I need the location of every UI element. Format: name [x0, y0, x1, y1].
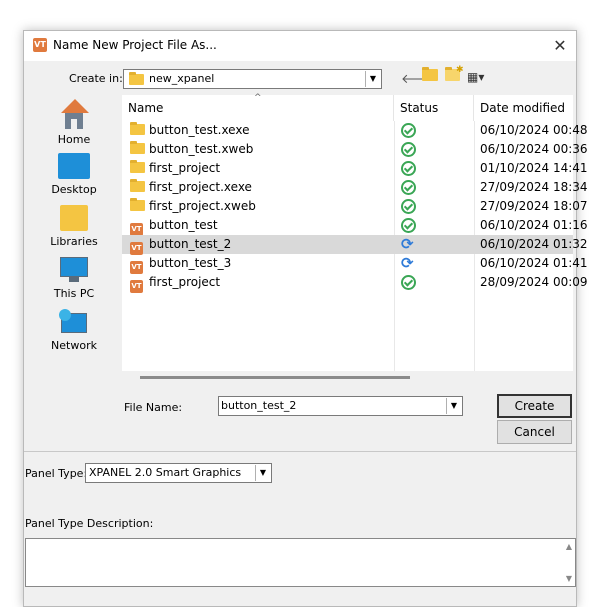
- place-network[interactable]: Network: [44, 309, 104, 352]
- folder-icon: [130, 197, 145, 216]
- file-date: 06/10/2024 00:48: [480, 123, 588, 137]
- place-label: Home: [57, 133, 91, 146]
- file-date: 27/09/2024 18:07: [480, 199, 588, 213]
- divider: [24, 451, 576, 452]
- synced-check-icon: [401, 178, 416, 197]
- place-desktop[interactable]: Desktop: [44, 153, 104, 196]
- panel-type-dropdown[interactable]: XPANEL 2.0 Smart Graphics ▼: [85, 463, 272, 483]
- synced-check-icon: [401, 197, 416, 216]
- synced-check-icon: [401, 273, 416, 292]
- folder-icon: [130, 178, 145, 197]
- chevron-down-icon[interactable]: ▼: [255, 465, 270, 481]
- panel-type-label: Panel Type:: [25, 467, 88, 480]
- file-row[interactable]: VT button_test_2 ⟳ 06/10/2024 01:32: [122, 235, 588, 255]
- project-file-icon: VT: [130, 235, 143, 255]
- synced-check-icon: [401, 140, 416, 159]
- file-name: first_project: [149, 161, 221, 175]
- file-row[interactable]: button_test.xexe 06/10/2024 00:48: [122, 121, 588, 140]
- project-file-icon: VT: [130, 273, 143, 293]
- file-name-label: File Name:: [124, 401, 183, 414]
- file-name: button_test: [149, 218, 218, 232]
- file-date: 06/10/2024 01:16: [480, 218, 588, 232]
- file-name: button_test_2: [149, 237, 232, 251]
- file-date: 01/10/2024 14:41: [480, 161, 588, 175]
- file-name: button_test.xexe: [149, 123, 250, 137]
- save-dialog: VT Name New Project File As... ✕ Create …: [23, 30, 588, 607]
- file-date: 27/09/2024 18:34: [480, 180, 588, 194]
- chevron-down-icon[interactable]: ▼: [365, 71, 380, 87]
- file-row[interactable]: VT first_project 28/09/2024 00:09: [122, 273, 588, 293]
- file-list[interactable]: ^ Name Status Date modified button_test.…: [122, 93, 588, 371]
- place-label: Network: [51, 339, 97, 352]
- close-button[interactable]: ✕: [548, 34, 572, 58]
- file-name: first_project.xexe: [149, 180, 252, 194]
- folder-icon: [129, 72, 144, 87]
- sync-pending-icon: ⟳: [401, 235, 414, 253]
- title-bar: VT Name New Project File As... ✕: [24, 31, 576, 61]
- create-in-dropdown[interactable]: new_xpanel ▼: [123, 69, 382, 89]
- column-status[interactable]: Status: [394, 95, 474, 121]
- file-name: button_test_3: [149, 256, 232, 270]
- app-icon: VT: [33, 38, 47, 52]
- file-row[interactable]: first_project 01/10/2024 14:41: [122, 159, 588, 178]
- file-row[interactable]: VT button_test 06/10/2024 01:16: [122, 216, 588, 236]
- column-name[interactable]: Name: [122, 95, 394, 121]
- new-folder-icon[interactable]: ✱: [445, 65, 468, 84]
- file-date: 06/10/2024 00:36: [480, 142, 588, 156]
- home-icon: [59, 99, 89, 131]
- synced-check-icon: [401, 159, 416, 178]
- file-name: button_test.xweb: [149, 142, 254, 156]
- file-row[interactable]: first_project.xexe 27/09/2024 18:34: [122, 178, 588, 197]
- create-button[interactable]: Create: [497, 394, 572, 418]
- file-name-field[interactable]: button_test_2 ▼: [218, 396, 463, 416]
- column-date-modified[interactable]: Date modified: [474, 95, 573, 121]
- scroll-up-icon[interactable]: ▲: [566, 542, 572, 551]
- scroll-down-icon[interactable]: ▼: [566, 574, 572, 583]
- cancel-button[interactable]: Cancel: [497, 420, 572, 444]
- panel-description-box[interactable]: ▲ ▼: [25, 538, 576, 587]
- network-icon: [59, 309, 89, 337]
- desktop-icon: [58, 153, 90, 179]
- project-file-icon: VT: [130, 216, 143, 236]
- file-date: 28/09/2024 00:09: [480, 275, 588, 289]
- synced-check-icon: [401, 216, 416, 235]
- libraries-icon: [60, 205, 88, 231]
- synced-check-icon: [401, 121, 416, 140]
- file-name: first_project.xweb: [149, 199, 256, 213]
- chevron-down-icon[interactable]: ▼: [446, 398, 461, 414]
- project-file-icon: VT: [130, 254, 143, 274]
- panel-desc-label: Panel Type Description:: [25, 517, 154, 530]
- file-row[interactable]: button_test.xweb 06/10/2024 00:36: [122, 140, 588, 159]
- up-folder-icon[interactable]: [422, 67, 438, 84]
- create-in-label: Create in:: [69, 72, 123, 85]
- folder-icon: [130, 121, 145, 140]
- file-name: first_project: [149, 275, 221, 289]
- create-in-value: new_xpanel: [149, 72, 215, 85]
- folder-icon: [130, 159, 145, 178]
- file-name-value: button_test_2: [221, 399, 297, 412]
- place-label: Desktop: [51, 183, 97, 196]
- file-row[interactable]: first_project.xweb 27/09/2024 18:07: [122, 197, 588, 216]
- this-pc-icon: [59, 257, 89, 283]
- place-label: This PC: [53, 287, 95, 300]
- place-this-pc[interactable]: This PC: [44, 257, 104, 300]
- panel-type-value: XPANEL 2.0 Smart Graphics: [89, 466, 242, 479]
- place-label: Libraries: [50, 235, 98, 248]
- file-date: 06/10/2024 01:41: [480, 256, 588, 270]
- view-menu-icon[interactable]: ▦▾: [467, 70, 484, 84]
- horizontal-scrollbar[interactable]: [140, 376, 410, 379]
- place-home[interactable]: Home: [44, 99, 104, 146]
- dialog-title: Name New Project File As...: [53, 38, 217, 52]
- file-row[interactable]: VT button_test_3 ⟳ 06/10/2024 01:41: [122, 254, 588, 274]
- file-date: 06/10/2024 01:32: [480, 237, 588, 251]
- sync-pending-icon: ⟳: [401, 254, 414, 272]
- folder-icon: [130, 140, 145, 159]
- place-libraries[interactable]: Libraries: [44, 205, 104, 248]
